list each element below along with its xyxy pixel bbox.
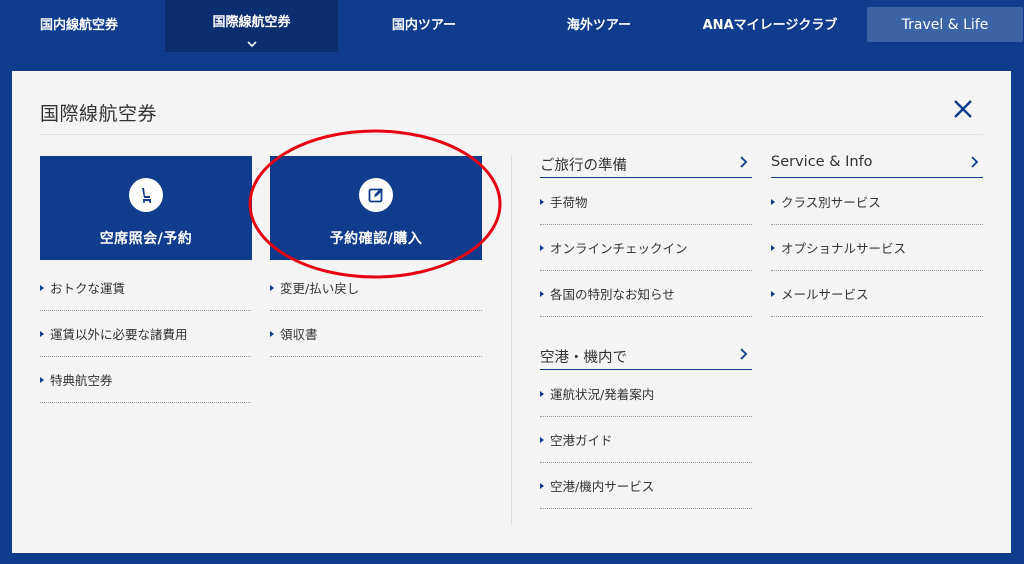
link-label: 手荷物 [550, 195, 588, 210]
link-additional-fees[interactable]: 運賃以外に必要な諸費用 [40, 311, 251, 357]
bullet-arrow-icon [771, 198, 775, 205]
nav-international-flights[interactable]: 国際線航空券 [165, 0, 338, 52]
nav-domestic-flights[interactable]: 国内線航空券 [0, 0, 158, 46]
nav-label: 国内線航空券 [39, 17, 118, 33]
close-icon[interactable] [952, 98, 974, 120]
link-country-notices[interactable]: 各国の特別なお知らせ [540, 271, 752, 317]
column-divider [511, 156, 512, 524]
nav-label: 国内ツアー [391, 17, 457, 33]
bullet-arrow-icon [771, 244, 775, 251]
link-label: おトクな運賃 [50, 281, 126, 296]
nav-travel-life[interactable]: Travel & Life [867, 7, 1023, 42]
section-title: Service & Info [771, 154, 873, 170]
link-change-refund[interactable]: 変更/払い戻し [270, 265, 482, 311]
link-class-service[interactable]: クラス別サービス [771, 179, 983, 225]
reservation-check-button[interactable]: 予約確認/購入 [270, 156, 482, 260]
chevron-right-icon [740, 348, 748, 360]
link-label: オプショナルサービス [781, 241, 907, 256]
title-divider [40, 134, 983, 135]
bullet-arrow-icon [540, 244, 544, 251]
mega-menu-panel: 国際線航空券 空席照会/予約 予約確認/購入 おトクな運賃 運賃以外に必要な諸費… [12, 71, 1011, 553]
button-label: 予約確認/購入 [329, 231, 423, 247]
bullet-arrow-icon [270, 284, 274, 291]
icon-circle [359, 178, 393, 212]
link-mail-service[interactable]: メールサービス [771, 271, 983, 317]
bullet-arrow-icon [40, 284, 44, 291]
link-label: 空港ガイド [550, 433, 613, 448]
link-optional-service[interactable]: オプショナルサービス [771, 225, 983, 271]
top-navigation: 国内線航空券 国際線航空券 国内ツアー 海外ツアー ANAマイレージクラブ Tr… [0, 0, 1024, 52]
bullet-arrow-icon [771, 290, 775, 297]
link-label: 特典航空券 [50, 373, 113, 388]
bullet-arrow-icon [540, 198, 544, 205]
link-label: 各国の特別なお知らせ [550, 287, 675, 302]
section-title: ご旅行の準備 [540, 158, 627, 174]
link-label: 変更/払い戻し [280, 281, 360, 296]
link-label: 運賃以外に必要な諸費用 [50, 327, 188, 342]
link-label: オンラインチェックイン [550, 241, 688, 256]
nav-mileage-club[interactable]: ANAマイレージクラブ [690, 0, 850, 46]
chevron-right-icon [740, 156, 748, 168]
bullet-arrow-icon [270, 330, 274, 337]
link-baggage[interactable]: 手荷物 [540, 179, 752, 225]
nav-label: Travel & Life [901, 16, 989, 33]
edit-icon [368, 188, 383, 203]
link-airport-inflight-service[interactable]: 空港/機内サービス [540, 463, 752, 509]
link-label: 運航状況/発着案内 [550, 387, 655, 402]
link-label: クラス別サービス [781, 195, 881, 210]
section-airport-inflight[interactable]: 空港・機内で [540, 346, 752, 370]
bullet-arrow-icon [40, 330, 44, 337]
link-airport-guide[interactable]: 空港ガイド [540, 417, 752, 463]
bullet-arrow-icon [540, 482, 544, 489]
link-award-tickets[interactable]: 特典航空券 [40, 357, 251, 403]
nav-label: ANAマイレージクラブ [702, 17, 838, 33]
link-discount-fares[interactable]: おトクな運賃 [40, 265, 251, 311]
button-label: 空席照会/予約 [99, 231, 193, 247]
bullet-arrow-icon [540, 290, 544, 297]
section-title: 空港・機内で [540, 350, 627, 366]
section-service-info[interactable]: Service & Info [771, 154, 983, 178]
chevron-down-icon [246, 41, 257, 48]
link-online-checkin[interactable]: オンラインチェックイン [540, 225, 752, 271]
panel-title: 国際線航空券 [40, 103, 158, 125]
link-label: 空港/機内サービス [550, 479, 655, 494]
nav-label: 国際線航空券 [212, 15, 291, 30]
link-receipt[interactable]: 領収書 [270, 311, 482, 357]
nav-domestic-tours[interactable]: 国内ツアー [345, 0, 503, 46]
section-travel-prep[interactable]: ご旅行の準備 [540, 154, 752, 178]
chevron-right-icon [971, 156, 979, 168]
nav-overseas-tours[interactable]: 海外ツアー [520, 0, 678, 46]
seat-icon [142, 188, 151, 203]
link-flight-status[interactable]: 運航状況/発着案内 [540, 371, 752, 417]
nav-label: 海外ツアー [566, 17, 632, 33]
bullet-arrow-icon [40, 376, 44, 383]
seat-availability-button[interactable]: 空席照会/予約 [40, 156, 252, 260]
link-label: メールサービス [781, 287, 869, 302]
link-label: 領収書 [280, 327, 318, 342]
bullet-arrow-icon [540, 436, 544, 443]
icon-circle [129, 178, 163, 212]
bullet-arrow-icon [540, 390, 544, 397]
